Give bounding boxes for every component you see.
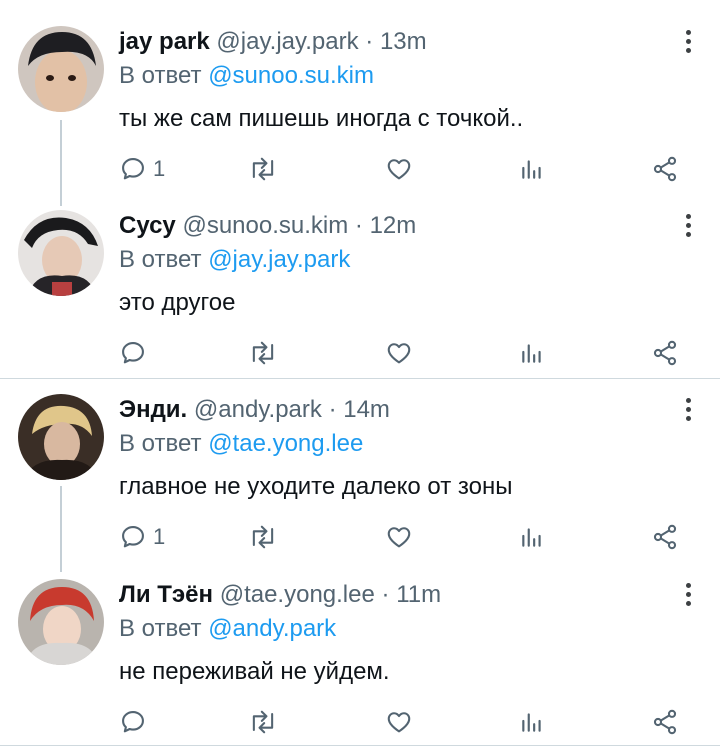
- share-button[interactable]: [651, 336, 679, 370]
- reply-icon: [119, 339, 147, 367]
- author-name[interactable]: Энди.: [119, 396, 187, 423]
- reply-mention[interactable]: @andy.park: [208, 615, 336, 642]
- more-icon[interactable]: [682, 30, 694, 56]
- like-icon: [385, 708, 413, 736]
- reply-prefix: В ответ: [119, 246, 202, 273]
- avatar[interactable]: [18, 210, 104, 296]
- tweet-header: jay park @jay.jay.park · 13m: [119, 26, 427, 58]
- separator-dot: ·: [365, 28, 374, 55]
- reply-mention[interactable]: @tae.yong.lee: [208, 430, 363, 457]
- tweet-text: это другое: [119, 289, 236, 316]
- reply-count: 1: [153, 156, 166, 181]
- tweet[interactable]: Ли Тэён @tae.yong.lee · 11m В ответ @and…: [0, 553, 720, 743]
- more-icon[interactable]: [682, 214, 694, 240]
- retweet-icon: [247, 523, 279, 551]
- reply-context: В ответ @tae.yong.lee: [119, 428, 363, 460]
- like-button[interactable]: [385, 152, 413, 186]
- like-button[interactable]: [385, 705, 413, 739]
- views-button[interactable]: [519, 520, 545, 554]
- reply-mention[interactable]: @jay.jay.park: [208, 246, 350, 273]
- reply-prefix: В ответ: [119, 430, 202, 457]
- like-icon: [385, 523, 413, 551]
- author-name[interactable]: Сусу: [119, 212, 176, 239]
- reply-prefix: В ответ: [119, 615, 202, 642]
- reply-context: В ответ @sunoo.su.kim: [119, 60, 374, 92]
- tweet[interactable]: jay park @jay.jay.park · 13m В ответ @su…: [0, 0, 720, 190]
- tweet-text: не переживай не уйдем.: [119, 658, 390, 685]
- views-button[interactable]: [519, 152, 545, 186]
- action-bar: 1: [119, 520, 689, 554]
- timestamp[interactable]: 14m: [343, 396, 390, 423]
- like-icon: [385, 155, 413, 183]
- retweet-icon: [247, 339, 279, 367]
- reply-count: 1: [153, 524, 166, 549]
- divider: [0, 745, 720, 746]
- separator-dot: ·: [354, 212, 363, 239]
- like-icon: [385, 339, 413, 367]
- author-handle[interactable]: @sunoo.su.kim: [182, 212, 348, 239]
- share-icon: [651, 523, 679, 551]
- author-name[interactable]: Ли Тэён: [119, 581, 213, 608]
- tweet-header: Энди. @andy.park · 14m: [119, 394, 390, 426]
- views-button[interactable]: [519, 705, 545, 739]
- reply-button[interactable]: 1: [119, 520, 165, 554]
- tweet-text: ты же сам пишешь иногда с точкой..: [119, 105, 524, 132]
- reply-icon: [119, 155, 147, 183]
- action-bar: [119, 705, 689, 739]
- reply-context: В ответ @andy.park: [119, 613, 336, 645]
- author-name[interactable]: jay park: [119, 28, 210, 55]
- timestamp[interactable]: 12m: [370, 212, 417, 239]
- views-button[interactable]: [519, 336, 545, 370]
- reply-mention[interactable]: @sunoo.su.kim: [208, 62, 374, 89]
- tweet[interactable]: Энди. @andy.park · 14m В ответ @tae.yong…: [0, 368, 720, 558]
- timestamp[interactable]: 11m: [396, 581, 441, 608]
- share-button[interactable]: [651, 705, 679, 739]
- separator-dot: ·: [381, 581, 390, 608]
- avatar[interactable]: [18, 579, 104, 665]
- more-icon[interactable]: [682, 398, 694, 424]
- separator-dot: ·: [328, 396, 337, 423]
- retweet-button[interactable]: [247, 705, 279, 739]
- reply-button[interactable]: [119, 705, 153, 739]
- reply-icon: [119, 708, 147, 736]
- tweet-header: Сусу @sunoo.su.kim · 12m: [119, 210, 416, 242]
- retweet-button[interactable]: [247, 520, 279, 554]
- tweet[interactable]: Сусу @sunoo.su.kim · 12m В ответ @jay.ja…: [0, 184, 720, 374]
- tweet-text: главное не уходите далеко от зоны: [119, 473, 513, 500]
- retweet-button[interactable]: [247, 152, 279, 186]
- share-icon: [651, 339, 679, 367]
- author-handle[interactable]: @andy.park: [194, 396, 322, 423]
- reply-icon: [119, 523, 147, 551]
- action-bar: [119, 336, 689, 370]
- retweet-icon: [247, 708, 279, 736]
- tweet-header: Ли Тэён @tae.yong.lee · 11m: [119, 579, 441, 611]
- views-icon: [519, 523, 545, 551]
- retweet-icon: [247, 155, 279, 183]
- reply-button[interactable]: [119, 336, 153, 370]
- reply-context: В ответ @jay.jay.park: [119, 244, 350, 276]
- avatar[interactable]: [18, 26, 104, 112]
- retweet-button[interactable]: [247, 336, 279, 370]
- share-button[interactable]: [651, 520, 679, 554]
- author-handle[interactable]: @jay.jay.park: [216, 28, 358, 55]
- views-icon: [519, 155, 545, 183]
- more-icon[interactable]: [682, 583, 694, 609]
- action-bar: 1: [119, 152, 689, 186]
- share-icon: [651, 155, 679, 183]
- share-icon: [651, 708, 679, 736]
- views-icon: [519, 708, 545, 736]
- reply-button[interactable]: 1: [119, 152, 165, 186]
- author-handle[interactable]: @tae.yong.lee: [220, 581, 375, 608]
- timestamp[interactable]: 13m: [380, 28, 427, 55]
- like-button[interactable]: [385, 520, 413, 554]
- avatar[interactable]: [18, 394, 104, 480]
- like-button[interactable]: [385, 336, 413, 370]
- reply-prefix: В ответ: [119, 62, 202, 89]
- share-button[interactable]: [651, 152, 679, 186]
- views-icon: [519, 339, 545, 367]
